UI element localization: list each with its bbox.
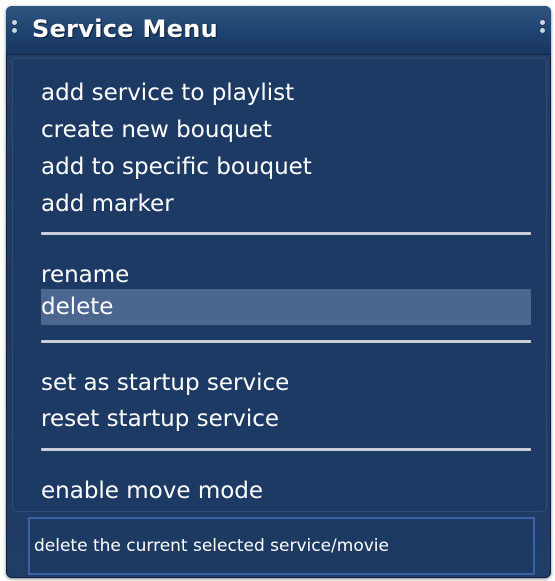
window-grip-icon	[540, 20, 546, 42]
menu-item-add-to-specific-bouquet[interactable]: add to specific bouquet	[41, 151, 312, 183]
menu-separator	[41, 340, 531, 343]
description-text: delete the current selected service/movi…	[34, 536, 389, 556]
menu-item-delete[interactable]: delete	[41, 289, 531, 325]
menu-separator	[41, 448, 531, 451]
menu-item-add-service-to-playlist[interactable]: add service to playlist	[41, 77, 294, 109]
menu-item-reset-startup-service[interactable]: reset startup service	[41, 403, 279, 435]
title-bar: Service Menu	[6, 6, 551, 55]
window-grip-icon	[12, 20, 18, 42]
menu-item-create-new-bouquet[interactable]: create new bouquet	[41, 114, 272, 146]
description-box: delete the current selected service/movi…	[28, 517, 535, 575]
window-title: Service Menu	[32, 15, 219, 43]
menu-item-set-as-startup-service[interactable]: set as startup service	[41, 367, 289, 399]
menu-separator	[41, 232, 531, 235]
menu-item-enable-move-mode[interactable]: enable move mode	[41, 475, 263, 507]
menu-item-add-marker[interactable]: add marker	[41, 188, 174, 220]
menu-item-rename[interactable]: rename	[41, 259, 129, 291]
service-menu-window: Service Menu add service to playlist cre…	[6, 6, 551, 578]
menu-list: add service to playlist create new bouqu…	[12, 58, 547, 512]
